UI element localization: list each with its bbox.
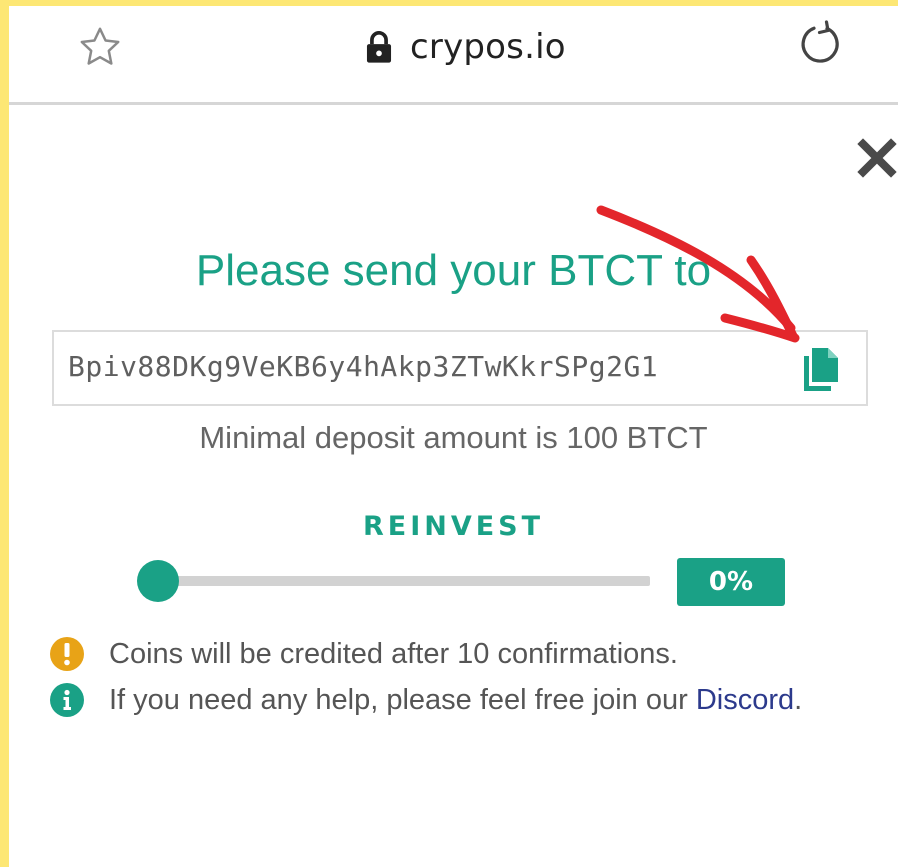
warning-icon (50, 637, 84, 671)
minimal-deposit-text: Minimal deposit amount is 100 BTCT (199, 420, 708, 455)
close-icon[interactable] (857, 138, 897, 178)
lock-icon (366, 31, 392, 63)
confirmations-text: Coins will be credited after 10 confirma… (109, 637, 678, 670)
browser-address-bar: crypos.io (9, 6, 898, 105)
reinvest-percent-badge: 0% (677, 558, 785, 606)
deposit-address-box: Bpiv88DKg9VeKB6y4hAkp3ZTwKkrSPg2G1 (52, 330, 868, 406)
discord-link[interactable]: Discord (696, 684, 794, 716)
app-frame: crypos.io Please send your BTCT to Bpiv8… (9, 6, 898, 867)
confirmations-note: Coins will be credited after 10 confirma… (49, 636, 678, 672)
url-display[interactable]: crypos.io (364, 24, 566, 70)
reinvest-slider-track[interactable] (154, 576, 650, 586)
info-icon (50, 683, 84, 717)
help-text-prefix: If you need any help, please feel free j… (109, 683, 696, 716)
reinvest-slider-handle[interactable] (137, 560, 179, 602)
deposit-address[interactable]: Bpiv88DKg9VeKB6y4hAkp3ZTwKkrSPg2G1 (68, 350, 658, 383)
help-text-suffix: . (794, 683, 803, 716)
help-note: If you need any help, please feel free j… (49, 682, 802, 718)
help-text: If you need any help, please feel free j… (109, 684, 802, 717)
url-text: crypos.io (410, 27, 566, 67)
copy-icon[interactable] (796, 344, 846, 394)
reload-icon[interactable] (797, 20, 845, 68)
deposit-title: Please send your BTCT to (195, 246, 712, 295)
reinvest-label: REINVEST (362, 511, 545, 542)
star-icon[interactable] (77, 24, 123, 70)
